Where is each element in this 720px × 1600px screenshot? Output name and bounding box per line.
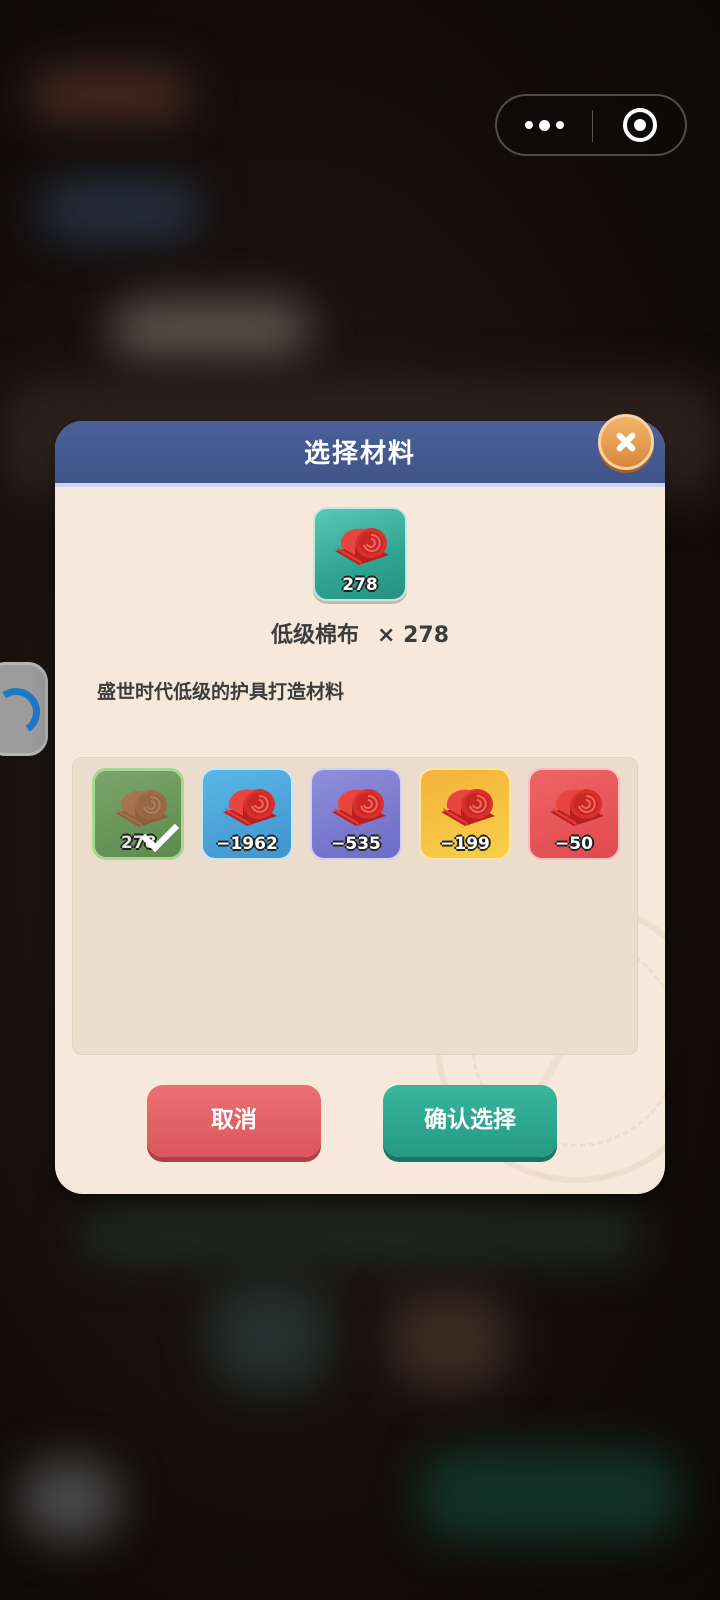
material-count: −535 bbox=[331, 834, 381, 854]
material-option[interactable]: −199 bbox=[419, 768, 511, 860]
selected-item-count: 278 bbox=[342, 575, 378, 595]
cloth-roll-icon bbox=[333, 525, 391, 569]
material-option[interactable]: −1962 bbox=[201, 768, 293, 860]
close-icon[interactable] bbox=[598, 414, 654, 470]
item-description: 盛世时代低级的护具打造材料 bbox=[97, 681, 345, 703]
cloth-roll-icon bbox=[548, 786, 606, 830]
material-count: −199 bbox=[440, 834, 490, 854]
material-count: −50 bbox=[555, 834, 593, 854]
material-option[interactable]: −535 bbox=[310, 768, 402, 860]
material-option-selected[interactable]: 278 bbox=[92, 768, 184, 860]
cloth-roll-icon bbox=[221, 786, 279, 830]
loading-arc-icon bbox=[0, 684, 44, 740]
dialog-title: 选择材料 bbox=[303, 439, 416, 469]
item-quantity: × 278 bbox=[377, 623, 450, 648]
material-count: −1962 bbox=[216, 834, 278, 854]
dialog-header: 选择材料 bbox=[55, 421, 665, 487]
cancel-button[interactable]: 取消 bbox=[147, 1085, 321, 1157]
selected-item-icon: 278 bbox=[313, 507, 407, 601]
select-material-dialog: 选择材料 278 低级棉布 × 278 盛世时代低级的护具打造材料 278 −19… bbox=[55, 421, 665, 1194]
cloth-roll-icon bbox=[330, 786, 388, 830]
side-float-widget[interactable] bbox=[0, 662, 48, 756]
target-icon[interactable] bbox=[623, 108, 657, 142]
capsule-divider bbox=[592, 110, 593, 142]
confirm-select-button[interactable]: 确认选择 bbox=[383, 1085, 557, 1157]
mini-program-capsule bbox=[495, 94, 687, 156]
cloth-roll-icon bbox=[439, 786, 497, 830]
more-dots-icon[interactable] bbox=[521, 108, 567, 142]
material-option[interactable]: −50 bbox=[528, 768, 620, 860]
item-name-line: 低级棉布 × 278 bbox=[55, 617, 665, 649]
item-name: 低级棉布 bbox=[270, 623, 359, 648]
